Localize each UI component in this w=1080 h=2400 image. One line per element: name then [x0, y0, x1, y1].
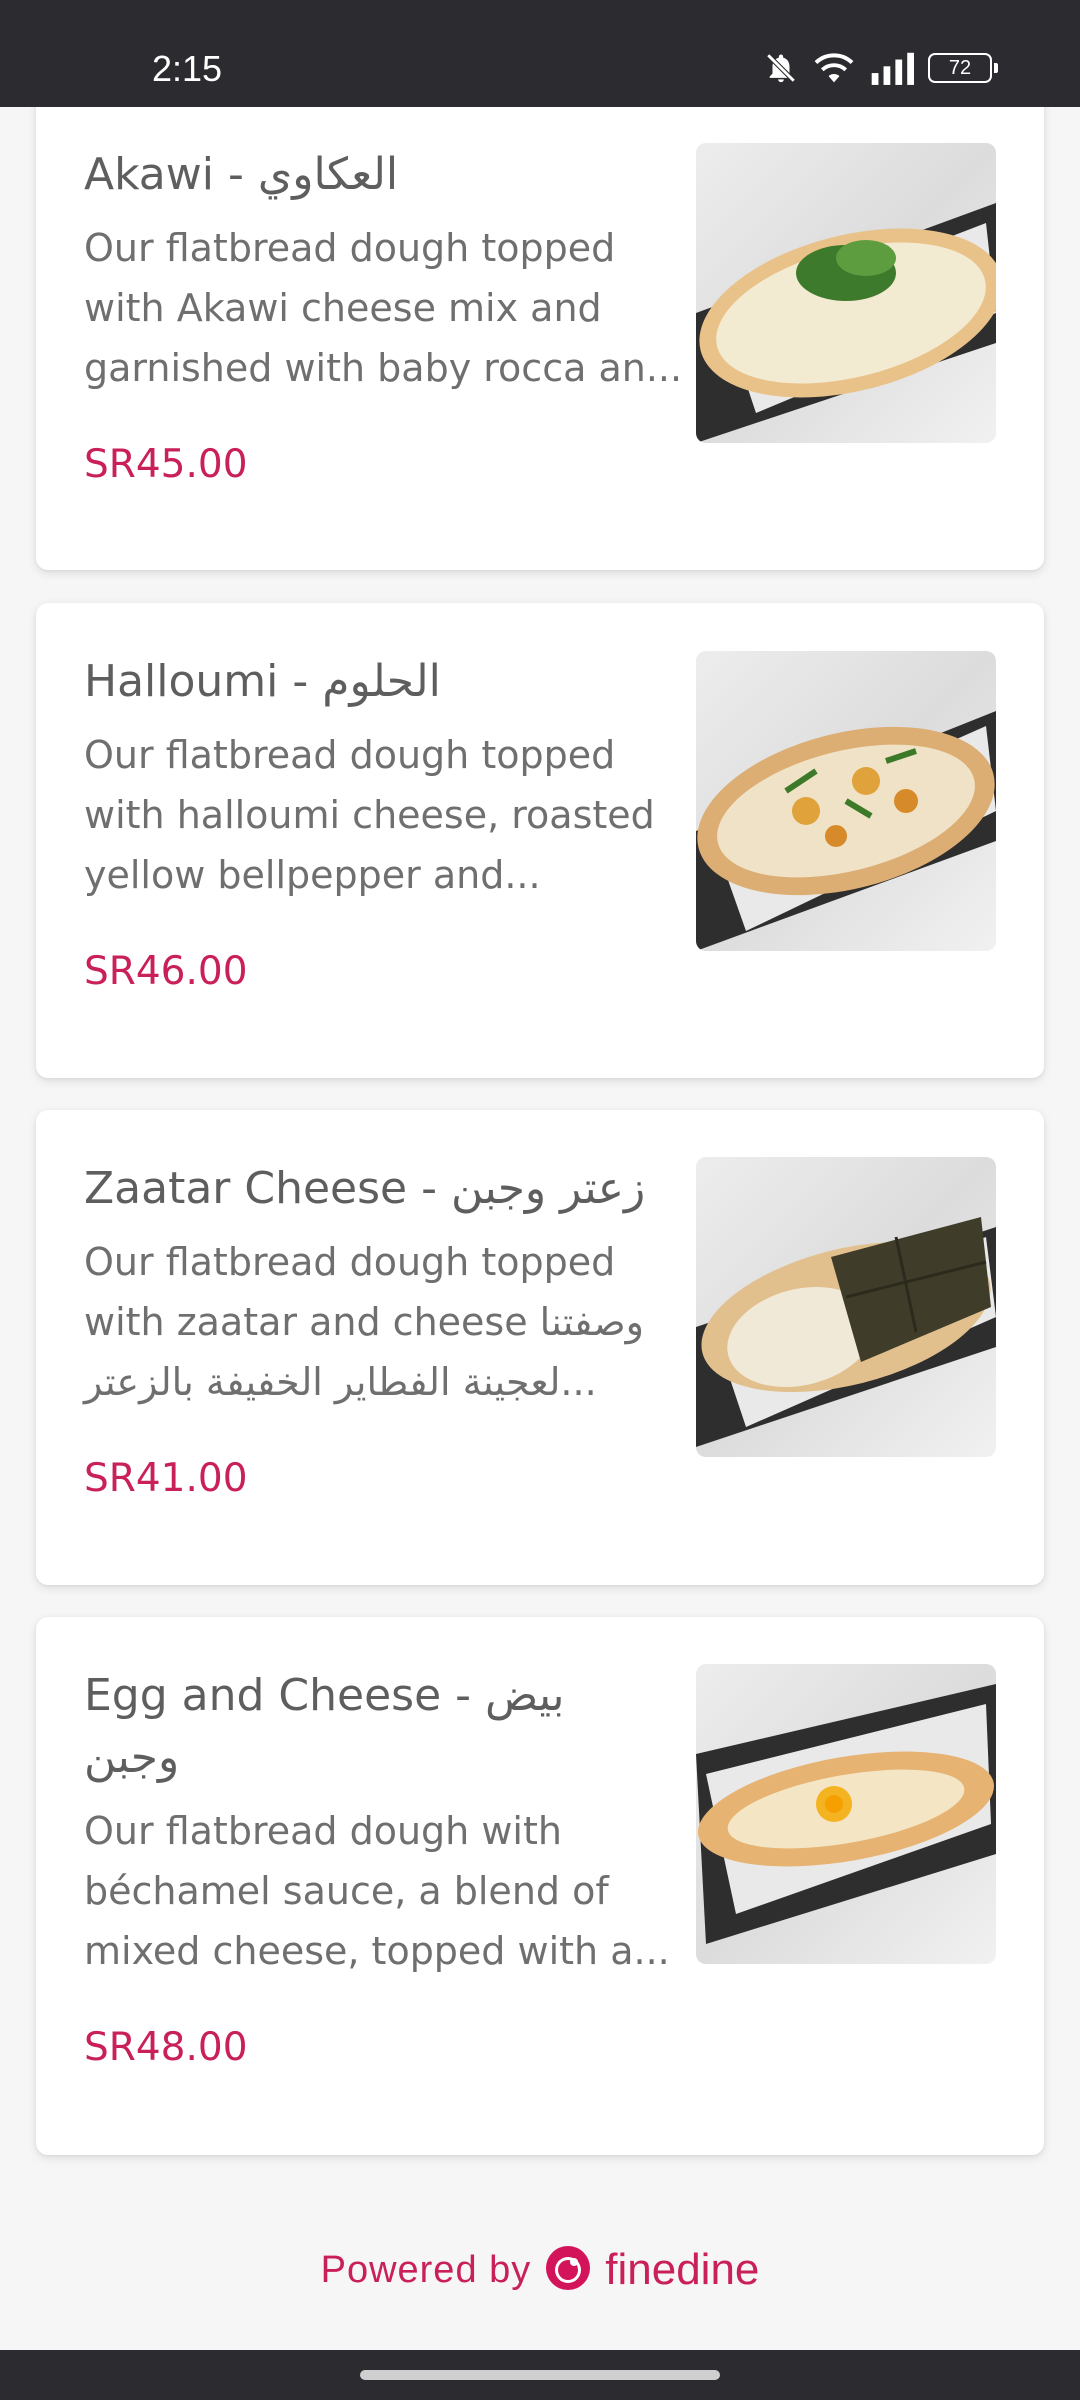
item-description: Our flatbread dough topped with zaatar a… [84, 1240, 645, 1404]
item-title: Akawi - العكاوي [84, 149, 399, 200]
menu-item-card[interactable]: Egg and Cheese - بيض وجبن Our flatbread … [36, 1617, 1044, 2155]
item-image [696, 143, 996, 443]
item-price: SR48.00 [84, 2025, 248, 2070]
battery-icon: 72 [928, 53, 998, 83]
item-description: Our flatbread dough topped with Akawi ch… [84, 226, 683, 390]
wifi-icon [812, 50, 856, 86]
menu-item-card[interactable]: Halloumi - الحلوم Our flatbread dough to… [36, 603, 1044, 1078]
navigation-bar [0, 2350, 1080, 2400]
menu-item-card[interactable]: Akawi - العكاوي Our flatbread dough topp… [36, 70, 1044, 570]
item-title: Halloumi - الحلوم [84, 656, 441, 707]
item-image [696, 1664, 996, 1964]
status-icons: 72 [764, 50, 998, 86]
menu-item-card[interactable]: Zaatar Cheese - زعتر وجبن Our flatbread … [36, 1110, 1044, 1585]
item-price: SR46.00 [84, 949, 248, 994]
powered-by-footer[interactable]: Powered by finedine [0, 2240, 1080, 2300]
item-image [696, 651, 996, 951]
item-price: SR45.00 [84, 442, 248, 487]
brand-name: finedine [605, 2245, 760, 2294]
home-gesture-handle[interactable] [360, 2370, 720, 2380]
item-description: Our flatbread dough with béchamel sauce,… [84, 1809, 670, 1973]
item-title: Zaatar Cheese - زعتر وجبن [84, 1163, 646, 1214]
item-price: SR41.00 [84, 1456, 248, 1501]
bell-muted-icon [764, 51, 798, 85]
powered-by-label: Powered by [320, 2248, 532, 2291]
status-time: 2:15 [152, 48, 223, 89]
finedine-logo-icon [545, 2245, 591, 2295]
item-description: Our flatbread dough topped with halloumi… [84, 733, 655, 897]
status-bar: 2:15 72 [0, 0, 1080, 107]
item-image [696, 1157, 996, 1457]
item-title: Egg and Cheese - بيض وجبن [84, 1670, 565, 1783]
signal-icon [870, 51, 914, 85]
